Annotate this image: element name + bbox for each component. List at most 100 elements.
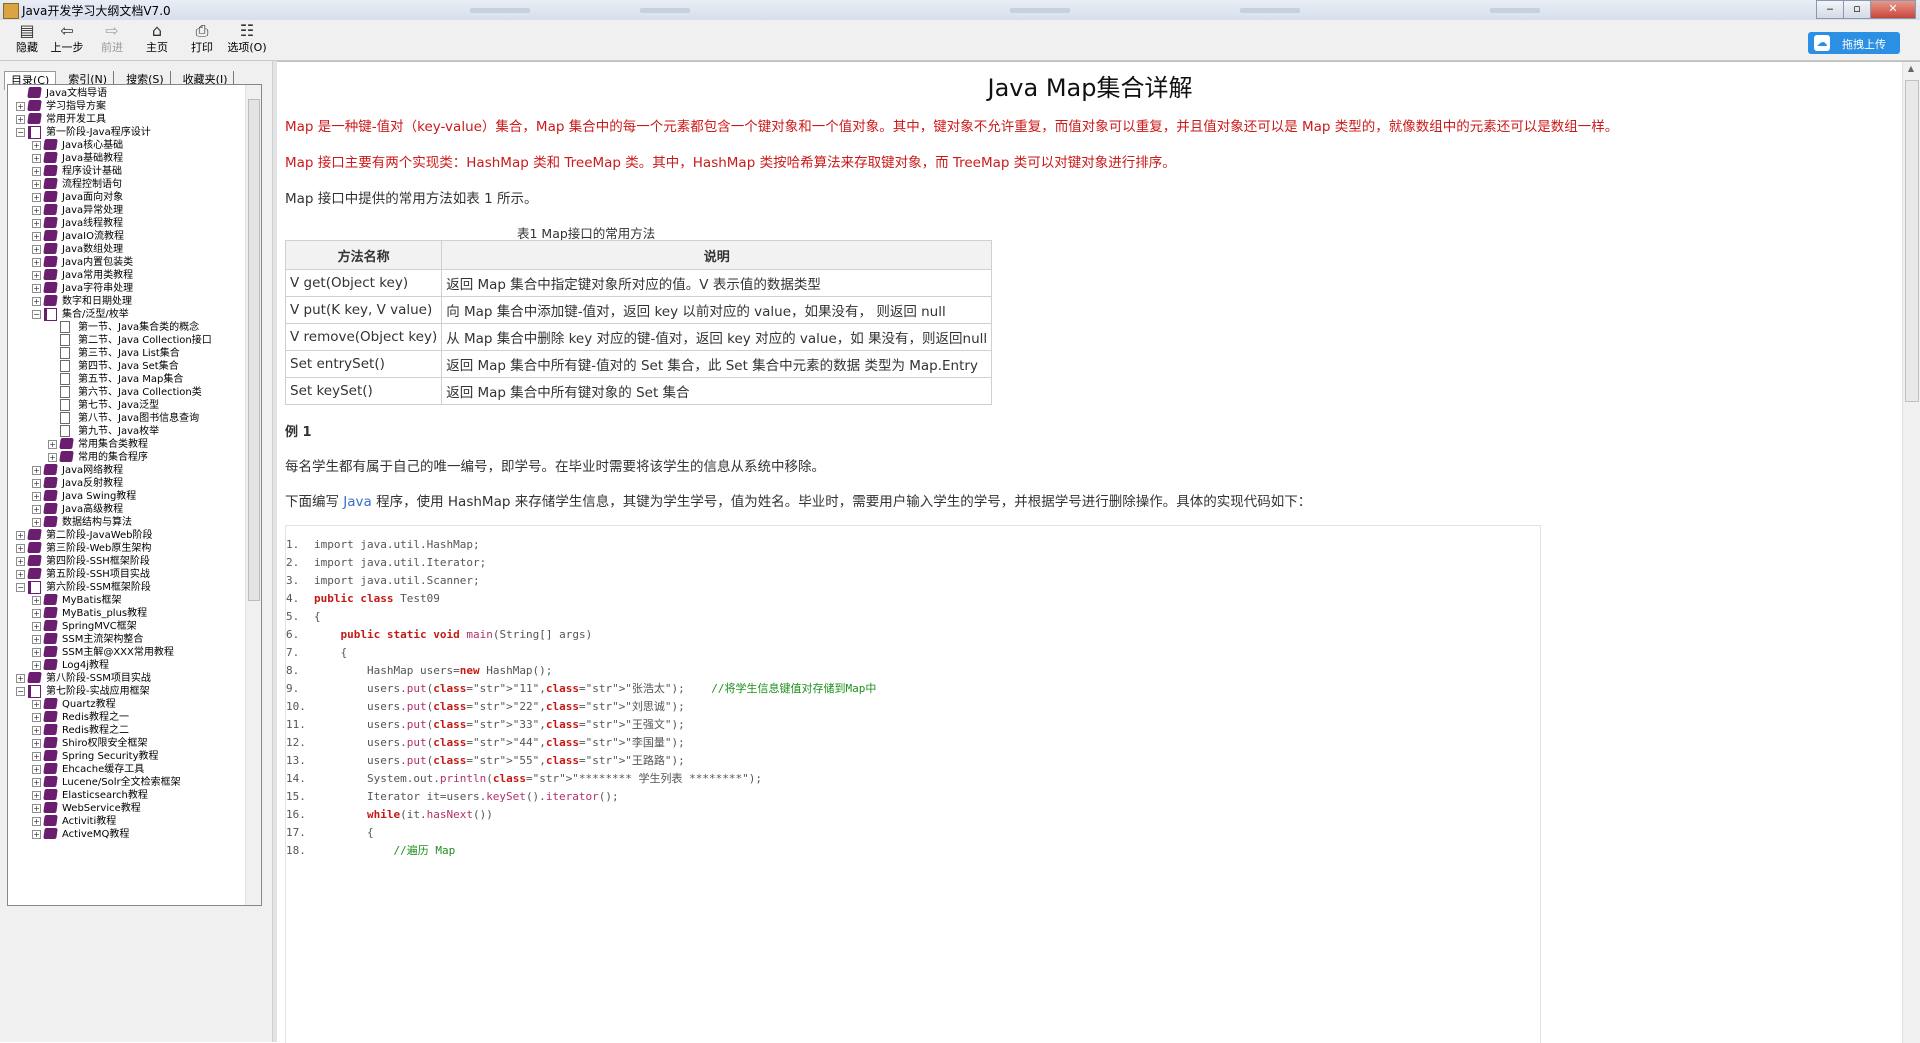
- expand-icon[interactable]: +: [32, 739, 41, 748]
- tree-item-label: 第九节、Java枚举: [78, 426, 160, 437]
- expand-icon[interactable]: +: [32, 284, 41, 293]
- expand-icon[interactable]: +: [32, 518, 41, 527]
- back-button[interactable]: ⇦ 上一步: [42, 22, 92, 60]
- collapse-icon[interactable]: −: [32, 310, 41, 319]
- description-cell: 返回 Map 集合中所有键对象的 Set 集合: [441, 377, 993, 405]
- expand-icon[interactable]: +: [32, 661, 41, 670]
- expand-icon[interactable]: +: [32, 791, 41, 800]
- close-icon[interactable]: ✕: [1870, 0, 1916, 19]
- content-scrollbar-thumb[interactable]: [1905, 80, 1919, 402]
- expand-icon[interactable]: +: [32, 505, 41, 514]
- expand-icon[interactable]: +: [16, 570, 25, 579]
- code-text: {: [314, 826, 374, 839]
- line-number: 14.: [286, 772, 306, 785]
- collapse-icon[interactable]: −: [16, 583, 25, 592]
- forward-button[interactable]: ⇨ 前进: [87, 22, 137, 60]
- description-cell: 返回 Map 集合中所有键-值对的 Set 集合，此 Set 集合中元素的数据 …: [441, 350, 993, 378]
- expand-icon[interactable]: +: [32, 765, 41, 774]
- expand-icon[interactable]: +: [32, 167, 41, 176]
- tree-item-label: Java Swing教程: [62, 491, 137, 502]
- title-bar-shadow: [1490, 8, 1540, 13]
- expand-icon[interactable]: +: [16, 531, 25, 540]
- tree-item-label: Spring Security教程: [62, 751, 159, 762]
- expand-icon[interactable]: +: [48, 453, 57, 462]
- book-icon: [27, 100, 42, 111]
- expand-icon[interactable]: +: [32, 154, 41, 163]
- maximize-icon[interactable]: ▫: [1843, 0, 1871, 19]
- expand-icon[interactable]: +: [48, 440, 57, 449]
- print-button[interactable]: ⎙ 打印: [177, 22, 227, 60]
- tree-item-label: 常用集合类教程: [78, 439, 148, 450]
- expand-icon[interactable]: +: [32, 180, 41, 189]
- tree-item-label: 数据结构与算法: [62, 517, 132, 528]
- content-scrollbar[interactable]: ▲: [1902, 62, 1920, 1043]
- expand-icon[interactable]: +: [16, 557, 25, 566]
- book-icon: [43, 152, 58, 163]
- expand-icon[interactable]: +: [32, 596, 41, 605]
- tree-item-label: Java异常处理: [62, 205, 124, 216]
- open-book-icon: [28, 685, 41, 698]
- expand-icon[interactable]: +: [32, 258, 41, 267]
- app-icon: [3, 3, 19, 19]
- expand-icon[interactable]: +: [32, 245, 41, 254]
- book-icon: [43, 217, 58, 228]
- book-icon: [43, 802, 58, 813]
- minimize-icon[interactable]: ‒: [1816, 0, 1844, 19]
- expand-icon[interactable]: +: [32, 141, 41, 150]
- expand-icon[interactable]: +: [16, 544, 25, 553]
- expand-icon[interactable]: +: [32, 466, 41, 475]
- expand-icon[interactable]: +: [32, 830, 41, 839]
- collapse-icon[interactable]: −: [16, 687, 25, 696]
- expand-icon[interactable]: +: [32, 609, 41, 618]
- methods-intro-paragraph: Map 接口中提供的常用方法如表 1 所示。: [285, 191, 538, 207]
- book-icon: [43, 789, 58, 800]
- code-block: 1. import java.util.HashMap; 2. import java…: [285, 525, 1541, 1043]
- expand-icon[interactable]: +: [32, 804, 41, 813]
- java-link[interactable]: Java: [343, 494, 372, 510]
- expand-icon[interactable]: +: [32, 700, 41, 709]
- expand-icon[interactable]: +: [32, 479, 41, 488]
- expand-icon[interactable]: +: [32, 622, 41, 631]
- page-icon: [60, 334, 70, 346]
- tree-scrollbar-thumb[interactable]: [248, 99, 260, 601]
- expand-icon[interactable]: +: [32, 726, 41, 735]
- options-icon: ☷: [239, 21, 255, 40]
- book-icon: [43, 828, 58, 839]
- home-button[interactable]: ⌂ 主页: [132, 22, 182, 60]
- methods-table: 方法名称 说明 V get(Object key) 返回 Map 集合中指定键对…: [284, 240, 993, 405]
- expand-icon[interactable]: +: [32, 778, 41, 787]
- expand-icon[interactable]: +: [32, 297, 41, 306]
- book-icon: [43, 165, 58, 176]
- expand-icon[interactable]: +: [32, 492, 41, 501]
- tree-item-label: Java反射教程: [62, 478, 124, 489]
- expand-icon[interactable]: +: [32, 219, 41, 228]
- expand-icon[interactable]: +: [32, 752, 41, 761]
- expand-icon[interactable]: +: [32, 713, 41, 722]
- expand-icon[interactable]: +: [32, 817, 41, 826]
- page-icon: [60, 347, 70, 359]
- contents-tree[interactable]: Java文档导语 + 学习指导方案 + 常用开发工具 − 第一阶段-Java程序设计 + Jav…: [7, 84, 262, 906]
- book-icon: [43, 282, 58, 293]
- options-button[interactable]: ☷ 选项(O): [222, 22, 272, 60]
- book-icon: [43, 191, 58, 202]
- expand-icon[interactable]: +: [32, 648, 41, 657]
- tree-item-label: Java高级教程: [62, 504, 124, 515]
- expand-icon[interactable]: +: [16, 115, 25, 124]
- expand-icon[interactable]: +: [32, 193, 41, 202]
- expand-icon[interactable]: +: [16, 674, 25, 683]
- code-text: while(it.hasNext()): [366, 808, 493, 821]
- tree-item-label: 第二阶段-JavaWeb阶段: [46, 530, 153, 541]
- expand-icon[interactable]: +: [32, 206, 41, 215]
- drag-upload-button[interactable]: ☁ 拖拽上传: [1808, 32, 1900, 54]
- code-text: Iterator it=users.keySet().iterator();: [314, 790, 619, 803]
- expand-icon[interactable]: +: [32, 635, 41, 644]
- collapse-icon[interactable]: −: [16, 128, 25, 137]
- expand-icon[interactable]: +: [32, 232, 41, 241]
- tree-item-label: SSM主流架构整合: [62, 634, 144, 645]
- book-icon: [43, 646, 58, 657]
- tree-item-label: 常用的集合程序: [78, 452, 148, 463]
- expand-icon[interactable]: +: [32, 271, 41, 280]
- tree-scrollbar[interactable]: [245, 85, 261, 905]
- scroll-up-icon[interactable]: ▲: [1906, 64, 1916, 74]
- expand-icon[interactable]: +: [16, 102, 25, 111]
